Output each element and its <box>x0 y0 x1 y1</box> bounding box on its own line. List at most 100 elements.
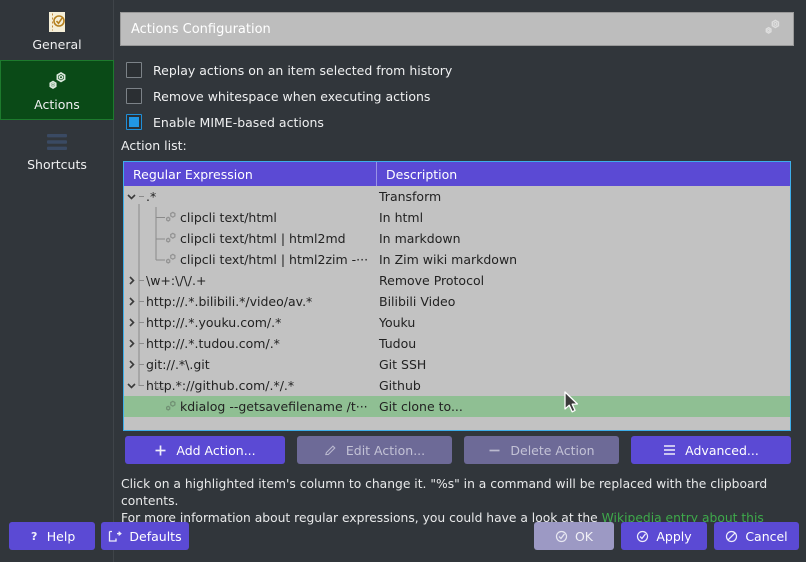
sidebar-item-shortcuts[interactable]: Shortcuts <box>0 120 114 180</box>
button-label: Cancel <box>745 528 788 544</box>
row-regex-text: http://.*.tudou.com/.* <box>146 336 280 351</box>
row-description-cell[interactable]: Bilibili Video <box>377 294 790 309</box>
table-row[interactable]: http://.*.tudou.com/.* Tudou <box>124 333 790 354</box>
row-regex-cell[interactable]: http.*://github.com/.*/.* <box>124 375 377 396</box>
row-description-cell[interactable]: Git SSH <box>377 357 790 372</box>
chevron-right-icon[interactable] <box>124 312 139 333</box>
tree-stub <box>139 354 146 375</box>
tree-stub <box>139 312 146 333</box>
check-circle-icon <box>636 530 649 543</box>
row-regex-text: http://.*.youku.com/.* <box>146 315 282 330</box>
table-row[interactable]: clipcli text/html In html <box>124 207 790 228</box>
page-title: Actions Configuration <box>131 21 271 37</box>
sidebar-item-label: Actions <box>34 96 80 112</box>
checkbox-label: Replay actions on an item selected from … <box>153 62 453 78</box>
row-regex-cell[interactable]: git://.*\.git <box>124 354 377 375</box>
row-description-cell[interactable]: In markdown <box>377 231 790 246</box>
row-regex-text: .* <box>146 189 157 204</box>
row-regex-cell[interactable]: http://.*.tudou.com/.* <box>124 333 377 354</box>
table-row[interactable]: http.*://github.com/.*/.* Github <box>124 375 790 396</box>
checkbox-label: Enable MIME-based actions <box>153 114 324 130</box>
checkbox-replay-actions[interactable]: Replay actions on an item selected from … <box>126 62 452 78</box>
table-row[interactable]: git://.*\.git Git SSH <box>124 354 790 375</box>
chevron-right-icon[interactable] <box>124 333 139 354</box>
row-description-cell[interactable]: In html <box>377 210 790 225</box>
tree-stub <box>139 333 146 354</box>
chevron-right-icon[interactable] <box>124 270 139 291</box>
defaults-button[interactable]: Defaults <box>101 522 189 550</box>
gears-icon <box>160 249 180 270</box>
row-regex-text: git://.*\.git <box>146 357 210 372</box>
sidebar-item-label: Shortcuts <box>27 156 87 172</box>
button-label: OK <box>574 528 594 544</box>
row-description-cell[interactable]: Github <box>377 378 790 393</box>
question-icon: ? <box>29 530 40 543</box>
row-regex-cell[interactable]: kdialog --getsavefilename /t··· <box>124 396 377 417</box>
row-description-cell[interactable]: Transform <box>377 189 790 204</box>
chevron-down-icon[interactable] <box>124 375 139 396</box>
row-regex-cell[interactable]: \w+:\/\/.+ <box>124 270 377 291</box>
gears-icon <box>761 17 783 42</box>
row-regex-text: http://.*.bilibili.*/video/av.* <box>146 294 313 309</box>
row-regex-cell[interactable]: clipcli text/html <box>124 207 377 228</box>
edit-action-button: Edit Action... <box>297 436 452 464</box>
sidebar-item-general[interactable]: General <box>0 0 114 60</box>
table-row[interactable]: clipcli text/html | html2zim -··· In Zim… <box>124 249 790 270</box>
row-description-cell[interactable]: Remove Protocol <box>377 273 790 288</box>
table-row[interactable]: http://.*.bilibili.*/video/av.* Bilibili… <box>124 291 790 312</box>
cancel-button[interactable]: Cancel <box>714 522 799 550</box>
row-regex-text: clipcli text/html <box>180 210 277 225</box>
checkbox-enable-mime-actions[interactable]: Enable MIME-based actions <box>126 114 324 130</box>
restore-icon <box>108 530 123 543</box>
button-label: Delete Action <box>510 442 595 458</box>
page-header: Actions Configuration <box>120 12 794 46</box>
action-list-label: Action list: <box>121 138 187 153</box>
column-header-description[interactable]: Description <box>377 162 790 186</box>
chevron-down-icon[interactable] <box>124 186 139 207</box>
help-button[interactable]: ? Help <box>9 522 95 550</box>
tree-stub <box>139 291 146 312</box>
row-description-cell[interactable]: In Zim wiki markdown <box>377 252 790 267</box>
check-circle-icon <box>555 530 568 543</box>
chevron-right-icon[interactable] <box>124 354 139 375</box>
sidebar-item-actions[interactable]: Actions <box>0 60 114 120</box>
table-row[interactable]: http://.*.youku.com/.* Youku <box>124 312 790 333</box>
action-list-body: .* Transform clipcli text/html In html c… <box>124 186 790 417</box>
button-label: Add Action... <box>176 442 256 458</box>
gears-icon <box>44 69 70 95</box>
row-regex-text: clipcli text/html | html2zim -··· <box>180 252 369 267</box>
apply-button[interactable]: Apply <box>621 522 707 550</box>
pencil-icon <box>324 444 337 457</box>
row-regex-cell[interactable]: http://.*.bilibili.*/video/av.* <box>124 291 377 312</box>
table-row[interactable]: .* Transform <box>124 186 790 207</box>
row-description-cell[interactable]: Youku <box>377 315 790 330</box>
row-regex-cell[interactable]: .* <box>124 186 377 207</box>
action-list-header: Regular Expression Description <box>124 162 790 186</box>
ok-button[interactable]: OK <box>534 522 614 550</box>
advanced-button[interactable]: Advanced... <box>631 436 791 464</box>
table-row-selected[interactable]: kdialog --getsavefilename /t··· Git clon… <box>124 396 790 417</box>
tree-stub <box>139 375 146 396</box>
row-description-cell[interactable]: Git clone to... <box>377 399 790 414</box>
checkbox-box[interactable] <box>126 88 142 104</box>
add-action-button[interactable]: Add Action... <box>125 436 285 464</box>
row-regex-cell[interactable]: http://.*.youku.com/.* <box>124 312 377 333</box>
checkbox-box[interactable] <box>126 114 142 130</box>
checkbox-remove-whitespace[interactable]: Remove whitespace when executing actions <box>126 88 430 104</box>
column-header-regex[interactable]: Regular Expression <box>124 162 377 186</box>
help-line-1: Click on a highlighted item's column to … <box>121 477 768 508</box>
action-list[interactable]: Regular Expression Description .* Transf… <box>123 161 791 431</box>
chevron-right-icon[interactable] <box>124 291 139 312</box>
sidebar-item-label: General <box>32 36 82 52</box>
table-row[interactable]: clipcli text/html | html2md In markdown <box>124 228 790 249</box>
row-regex-cell[interactable]: clipcli text/html | html2zim -··· <box>124 249 377 270</box>
checkbox-box[interactable] <box>126 62 142 78</box>
cancel-icon <box>725 530 738 543</box>
row-description-cell[interactable]: Tudou <box>377 336 790 351</box>
table-row[interactable]: \w+:\/\/.+ Remove Protocol <box>124 270 790 291</box>
tree-stub <box>139 270 146 291</box>
button-label: Defaults <box>129 528 182 544</box>
row-regex-cell[interactable]: clipcli text/html | html2md <box>124 228 377 249</box>
